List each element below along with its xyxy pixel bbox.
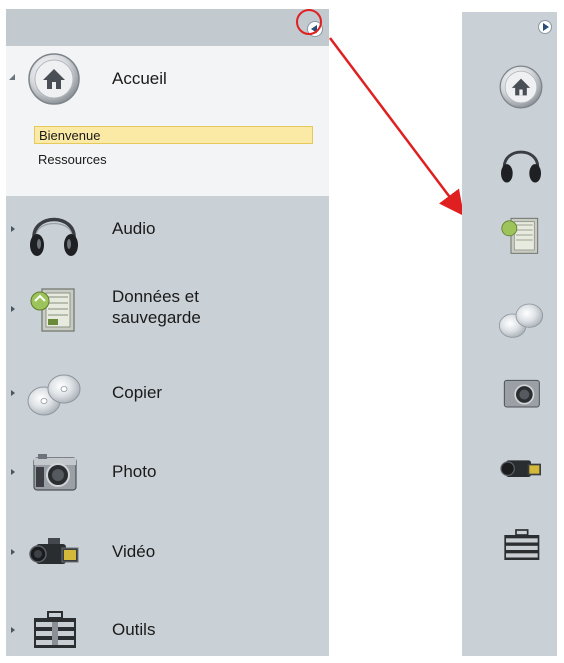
sidebar-item-label: Vidéo: [112, 542, 156, 561]
sidebar-header: [6, 9, 329, 46]
sidebar-item-donnees-sauvegarde[interactable]: Données et sauvegarde: [6, 276, 329, 342]
headphones-icon[interactable]: [496, 135, 546, 185]
sidebar-item-label: Copier: [112, 383, 163, 402]
headphones-icon: [30, 217, 78, 256]
chevron-right-icon: [543, 23, 549, 31]
home-icon[interactable]: [496, 62, 546, 112]
expanded-sidebar: Accueil Bienvenue Ressources Audio Donné…: [6, 9, 329, 656]
subitem-ressources[interactable]: Ressources: [34, 151, 111, 169]
sidebar-item-label: Photo: [112, 462, 157, 481]
toolbox-icon[interactable]: [496, 520, 546, 570]
collapsed-arrow-icon: [11, 549, 15, 555]
sidebar-item-outils[interactable]: Outils: [6, 597, 329, 663]
home-icon: [28, 53, 80, 105]
collapsed-sidebar: [462, 12, 557, 656]
sidebar-item-accueil[interactable]: Accueil: [6, 46, 329, 112]
accueil-section: Accueil Bienvenue Ressources: [6, 46, 329, 196]
camcorder-icon: [29, 538, 79, 564]
collapsed-arrow-icon: [11, 469, 15, 475]
toolbox-icon: [34, 611, 76, 648]
collapsed-arrow-icon: [11, 627, 15, 633]
sidebar-item-label: Données et sauvegarde: [112, 287, 201, 327]
subitem-bienvenue[interactable]: Bienvenue: [34, 126, 313, 144]
collapsed-arrow-icon: [11, 226, 15, 232]
expanded-arrow-icon: [9, 74, 15, 80]
expand-sidebar-button[interactable]: [538, 20, 552, 34]
sidebar-item-video[interactable]: Vidéo: [6, 519, 329, 585]
discs-icon[interactable]: [496, 294, 546, 344]
camera-icon: [33, 454, 77, 491]
camera-icon[interactable]: [496, 367, 546, 417]
collapsed-arrow-icon: [11, 390, 15, 396]
sidebar-item-label: Outils: [112, 620, 156, 639]
highlight-circle: [296, 9, 322, 35]
sidebar-item-label: Audio: [112, 219, 156, 238]
sidebar-item-audio[interactable]: Audio: [6, 196, 329, 262]
sidebar-item-photo[interactable]: Photo: [6, 439, 329, 505]
sidebar-item-copier[interactable]: Copier: [6, 360, 329, 426]
discs-icon: [27, 374, 81, 416]
camcorder-icon[interactable]: [496, 442, 546, 492]
data-backup-icon[interactable]: [496, 210, 546, 260]
collapsed-arrow-icon: [11, 306, 15, 312]
data-backup-icon: [30, 288, 75, 332]
sidebar-item-label: Accueil: [112, 69, 167, 88]
